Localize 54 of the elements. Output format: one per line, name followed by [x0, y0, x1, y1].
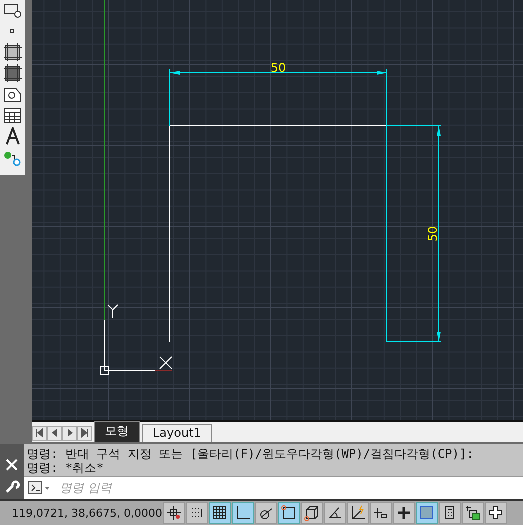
- selection-icon: [465, 505, 481, 522]
- snap-toggle[interactable]: [163, 502, 185, 524]
- ucs-icon: [100, 304, 172, 376]
- osnap-toggle[interactable]: [278, 502, 300, 524]
- coordinates-readout: 119,0721, 38,6675, 0,0000: [11, 506, 163, 520]
- x-axis-line: [154, 370, 172, 372]
- gradient-icon[interactable]: [2, 64, 22, 83]
- osnap-icon: [281, 505, 297, 522]
- command-line-field[interactable]: 명령 입력: [24, 476, 523, 500]
- layout-tab[interactable]: 모형: [94, 421, 140, 442]
- table-icon[interactable]: [2, 106, 22, 125]
- ortho-icon: [235, 505, 251, 522]
- wrench-icon[interactable]: [4, 479, 20, 496]
- previous-icon: [50, 428, 60, 438]
- close-icon[interactable]: [5, 458, 19, 472]
- first-tab-button[interactable]: [32, 426, 47, 440]
- drawing-canvas[interactable]: 50 50: [32, 0, 523, 420]
- block-icon[interactable]: [2, 1, 22, 20]
- command-input-field[interactable]: 명령 입력: [58, 480, 523, 496]
- angle-icon: [327, 505, 343, 522]
- hatch-icon[interactable]: [2, 43, 22, 62]
- lineweight-toggle[interactable]: [370, 502, 392, 524]
- previous-tab-button[interactable]: [47, 426, 62, 440]
- cross-toggle[interactable]: [393, 502, 415, 524]
- transparency-toggle[interactable]: [416, 502, 438, 524]
- cross-icon: [396, 505, 412, 522]
- grid-toggle[interactable]: [209, 502, 231, 524]
- vertical-dimension: 50: [386, 126, 442, 342]
- calculator-toggle[interactable]: [439, 502, 461, 524]
- box-icon: [304, 505, 320, 522]
- ortho-toggle[interactable]: [232, 502, 254, 524]
- plus-icon: [488, 505, 504, 522]
- transparency-icon: [419, 505, 435, 522]
- snap-icon: [166, 505, 182, 522]
- horizontal-dimension: 50: [170, 61, 388, 126]
- angle-toggle[interactable]: [324, 502, 346, 524]
- lineweight-icon: [373, 505, 389, 522]
- selection-toggle[interactable]: [462, 502, 484, 524]
- first-icon: [34, 428, 44, 438]
- box-toggle[interactable]: [301, 502, 323, 524]
- last-tab-button[interactable]: [77, 426, 92, 440]
- last-icon: [80, 428, 90, 438]
- next-tab-button[interactable]: [62, 426, 77, 440]
- axes-icon: [350, 505, 366, 522]
- command-history-line: 명령: *취소*: [27, 461, 105, 475]
- dots-toggle[interactable]: [186, 502, 208, 524]
- prompt-icon[interactable]: [28, 481, 52, 496]
- axes-toggle[interactable]: [347, 502, 369, 524]
- command-history-line: 명령: 반대 구석 지정 또는 [울타리(F)/윈도우다각형(WP)/걸침다각형(CP)]:: [27, 447, 475, 461]
- layout-tab[interactable]: Layout1: [142, 424, 212, 442]
- region-icon[interactable]: [2, 85, 22, 104]
- polar-toggle[interactable]: [255, 502, 277, 524]
- plus-toggle[interactable]: [485, 502, 507, 524]
- grid-icon: [212, 505, 228, 522]
